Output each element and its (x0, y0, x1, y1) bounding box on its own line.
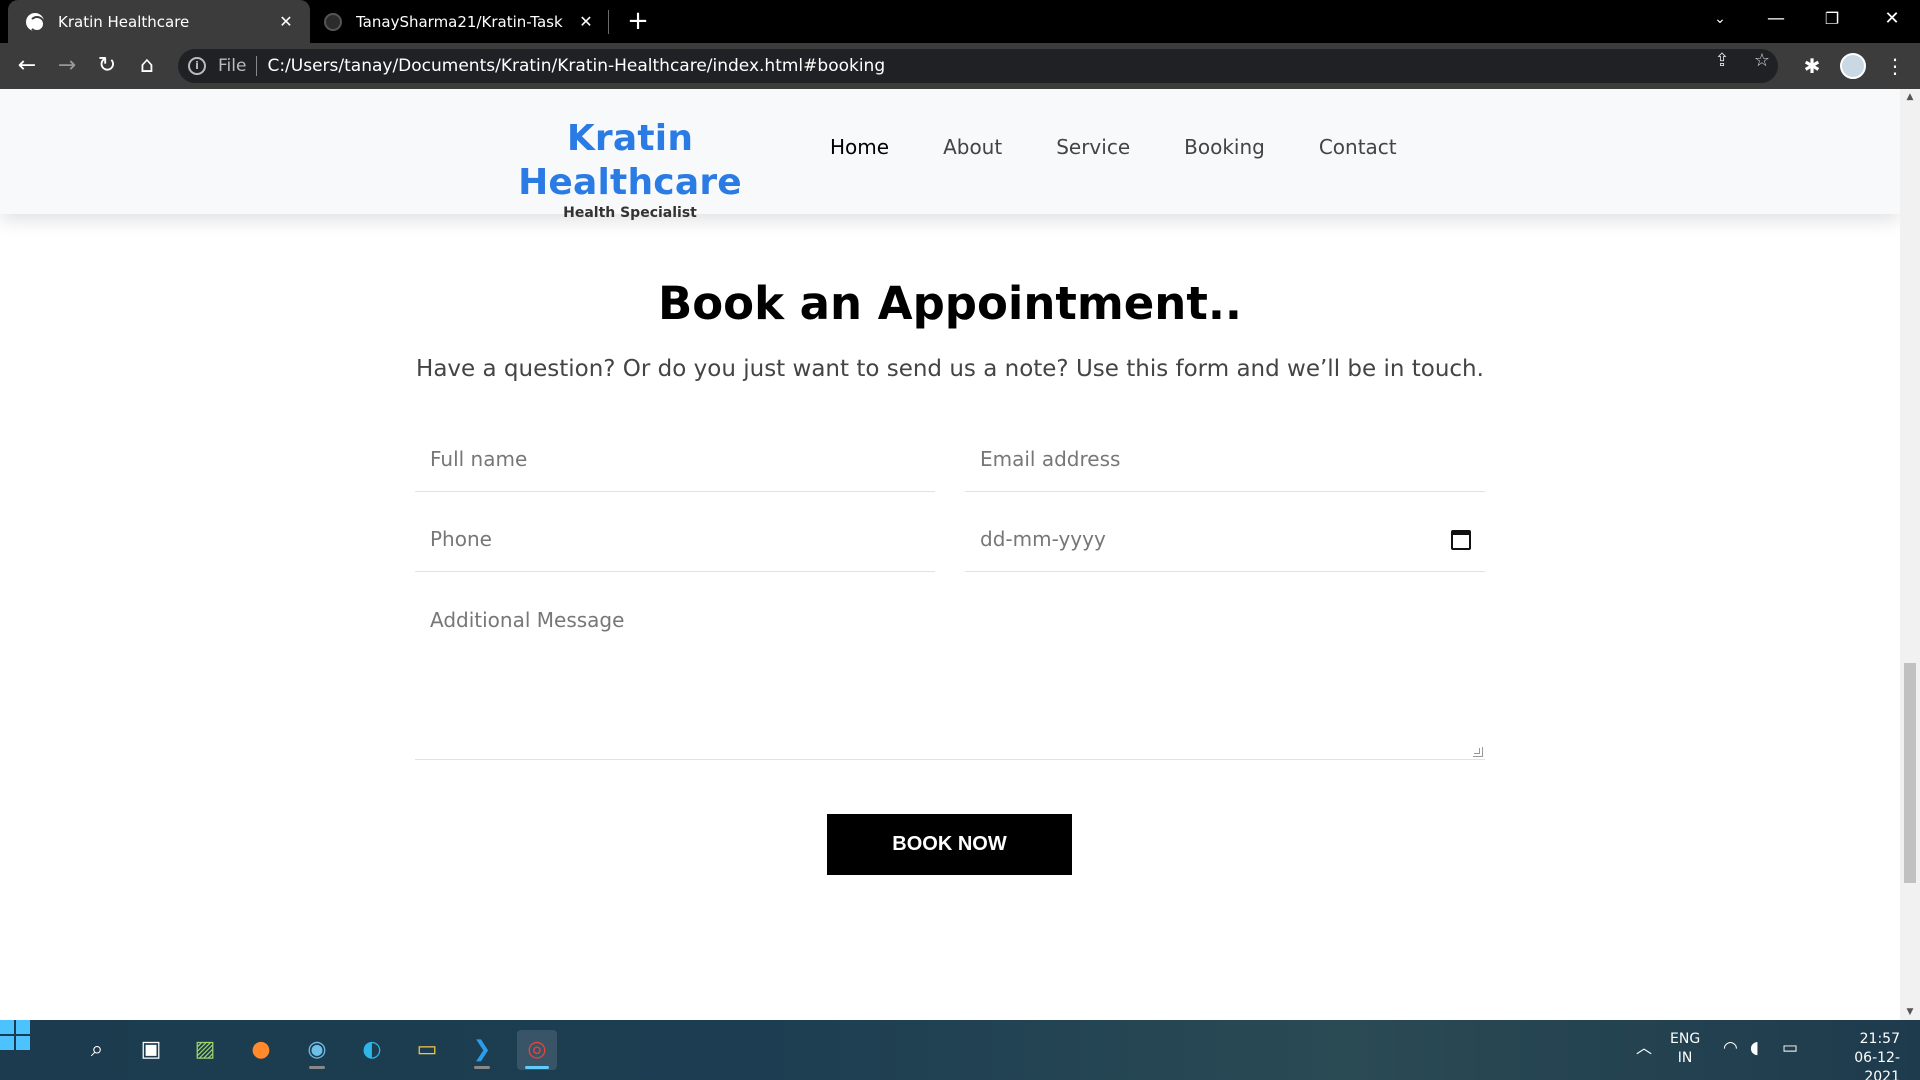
main-nav: Home About Service Booking Contact (830, 133, 1451, 161)
full-name-input[interactable]: Full name (415, 426, 935, 492)
extensions-icon[interactable]: ✱ (1797, 51, 1827, 81)
brand-name: Kratin Healthcare (518, 118, 742, 203)
close-tab-icon[interactable]: ✕ (276, 12, 296, 31)
tab-title: Kratin Healthcare (58, 12, 190, 31)
chrome-icon[interactable]: ◎ (517, 1030, 557, 1070)
taskbar: ⌕ ▣ ▨ ● ◉ ◐ ▭ ❯ ◎ ︿ ENG IN ◠ ◖ ▭ 21:57 0… (0, 1020, 1920, 1080)
book-now-button[interactable]: BOOK NOW (827, 814, 1072, 875)
scrollbar-thumb[interactable] (1904, 663, 1916, 883)
booking-section: Book an Appointment.. Have a question? O… (0, 214, 1900, 1020)
back-icon[interactable]: ← (12, 51, 42, 81)
tab-search-icon[interactable]: ⌄ (1692, 0, 1748, 40)
page-scrollbar[interactable]: ▲ ▼ (1900, 89, 1920, 1020)
share-icon[interactable]: ⇪ (1711, 50, 1733, 72)
github-icon (324, 12, 342, 31)
windows-start-icon[interactable] (0, 1020, 30, 1050)
nav-link-contact[interactable]: Contact (1319, 133, 1397, 161)
email-input[interactable]: Email address (965, 426, 1485, 492)
resize-handle-icon[interactable] (1473, 747, 1483, 757)
volume-icon[interactable]: ◖ (1750, 1038, 1759, 1058)
globe-icon (26, 12, 45, 32)
minimize-button[interactable]: — (1748, 0, 1804, 40)
chevron-up-icon[interactable]: ︿ (1636, 1034, 1652, 1058)
phone-input[interactable]: Phone (415, 506, 935, 572)
site-logo[interactable]: Kratin Healthcare Health Specialist (470, 117, 790, 221)
language-code: ENG (1670, 1031, 1701, 1047)
kebab-menu-icon[interactable]: ⋮ (1880, 51, 1910, 81)
scroll-up-icon[interactable]: ▲ (1900, 89, 1920, 105)
full-name-placeholder: Full name (430, 446, 528, 471)
email-placeholder: Email address (980, 446, 1121, 471)
tab-title: TanaySharma21/Kratin-Task (356, 12, 563, 31)
date-input[interactable]: dd-mm-yyyy (965, 506, 1485, 572)
file-explorer-icon[interactable]: ▭ (407, 1030, 447, 1070)
scroll-down-icon[interactable]: ▼ (1900, 1004, 1920, 1020)
region-code: IN (1677, 1050, 1693, 1066)
calendar-icon[interactable] (1451, 530, 1471, 550)
nav-link-about[interactable]: About (943, 133, 1002, 161)
phone-placeholder: Phone (430, 526, 492, 551)
browser-tab[interactable]: TanaySharma21/Kratin-Task ✕ (318, 0, 610, 43)
page-viewport: Kratin Healthcare Health Specialist Home… (0, 89, 1900, 1020)
search-icon[interactable]: ⌕ (77, 1030, 117, 1070)
address-divider (256, 56, 258, 76)
system-clock[interactable]: 21:57 06-12-2021 (1822, 1030, 1900, 1080)
profile-avatar[interactable] (1840, 53, 1866, 79)
nav-link-home[interactable]: Home (830, 133, 889, 161)
forward-icon[interactable]: → (52, 51, 82, 81)
browser-app-icon[interactable]: ◉ (297, 1030, 337, 1070)
browser-tab-strip: Kratin Healthcare ✕ TanaySharma21/Kratin… (0, 0, 1920, 43)
restore-button[interactable]: ❐ (1804, 0, 1860, 40)
booking-subtitle: Have a question? Or do you just want to … (416, 356, 1484, 382)
reload-icon[interactable]: ↻ (92, 51, 122, 81)
vscode-icon[interactable]: ❯ (462, 1030, 502, 1070)
address-bar[interactable]: i File C:/Users/tanay/Documents/Kratin/K… (178, 49, 1778, 83)
close-window-button[interactable]: ✕ (1864, 0, 1920, 40)
date-placeholder: dd-mm-yyyy (980, 526, 1106, 551)
firefox-icon[interactable]: ● (241, 1030, 281, 1070)
new-tab-button[interactable]: + (624, 6, 652, 36)
bookmark-star-icon[interactable]: ☆ (1751, 50, 1773, 72)
active-indicator (525, 1066, 549, 1069)
close-tab-icon[interactable]: ✕ (576, 12, 596, 31)
nav-link-service[interactable]: Service (1056, 133, 1130, 161)
running-indicator (474, 1066, 490, 1069)
image-viewer-icon[interactable]: ▨ (185, 1030, 225, 1070)
clock-time: 21:57 (1859, 1031, 1900, 1047)
running-indicator (309, 1066, 325, 1069)
browser-tab-active[interactable]: Kratin Healthcare ✕ (8, 0, 310, 43)
scheme-label: File (218, 56, 247, 76)
edge-icon[interactable]: ◐ (352, 1030, 392, 1070)
nav-link-booking[interactable]: Booking (1184, 133, 1265, 161)
booking-title: Book an Appointment.. (657, 277, 1243, 330)
home-icon[interactable]: ⌂ (132, 51, 162, 81)
language-indicator[interactable]: ENG IN (1670, 1030, 1700, 1068)
site-header: Kratin Healthcare Health Specialist Home… (0, 89, 1900, 221)
url-text[interactable]: C:/Users/tanay/Documents/Kratin/Kratin-H… (267, 56, 885, 76)
wifi-icon[interactable]: ◠ (1723, 1038, 1738, 1058)
microsoft-store-icon[interactable]: ▣ (131, 1030, 171, 1070)
battery-icon[interactable]: ▭ (1782, 1038, 1798, 1058)
clock-date: 06-12-2021 (1854, 1050, 1900, 1080)
browser-toolbar: ← → ↻ ⌂ i File C:/Users/tanay/Documents/… (0, 43, 1920, 89)
message-textarea[interactable]: Additional Message (415, 586, 1485, 760)
message-placeholder: Additional Message (430, 608, 625, 632)
info-icon[interactable]: i (188, 57, 206, 75)
